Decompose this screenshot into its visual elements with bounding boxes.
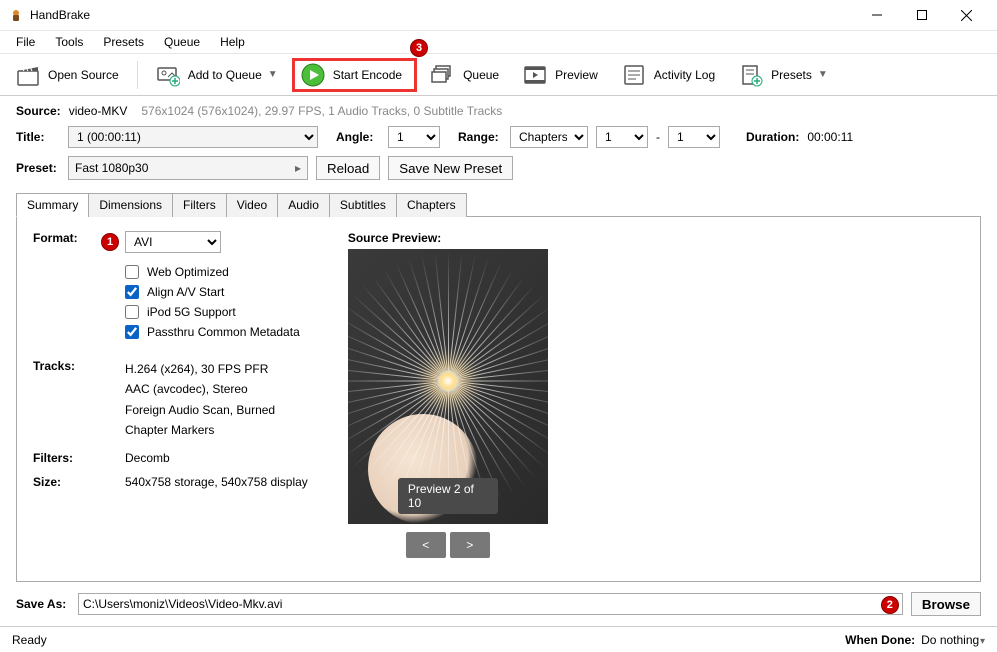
preview-button[interactable]: Preview <box>513 59 608 91</box>
menu-presets[interactable]: Presets <box>93 32 154 52</box>
tab-summary[interactable]: Summary <box>16 193 89 217</box>
add-to-queue-button[interactable]: Add to Queue ▼ <box>146 59 288 91</box>
preview-icon <box>523 63 547 87</box>
align-av-check[interactable]: Align A/V Start <box>125 285 308 299</box>
tab-dimensions[interactable]: Dimensions <box>88 193 173 217</box>
queue-label: Queue <box>463 68 499 82</box>
annotation-3: 3 <box>410 39 428 57</box>
passthru-check[interactable]: Passthru Common Metadata <box>125 325 308 339</box>
close-button[interactable] <box>944 0 989 30</box>
menubar: File Tools Presets Queue Help <box>0 30 997 54</box>
filters-value: Decomb <box>125 451 308 465</box>
web-optimized-check[interactable]: Web Optimized <box>125 265 308 279</box>
presets-icon <box>739 63 763 87</box>
start-encode-highlight: 3 Start Encode <box>292 58 417 92</box>
queue-button[interactable]: Queue <box>421 59 509 91</box>
preview-prev-button[interactable]: < <box>406 532 446 558</box>
film-clapper-icon <box>16 63 40 87</box>
duration-label: Duration: <box>746 130 799 144</box>
menu-queue[interactable]: Queue <box>154 32 210 52</box>
status-ready: Ready <box>12 633 47 647</box>
browse-button[interactable]: Browse <box>911 592 981 616</box>
size-label: Size: <box>33 475 113 489</box>
preview-next-button[interactable]: > <box>450 532 490 558</box>
range-from-select[interactable]: 1 <box>596 126 648 148</box>
log-icon <box>622 63 646 87</box>
chevron-down-icon: ▾ <box>977 636 985 647</box>
format-label: Format: <box>33 231 113 339</box>
chevron-down-icon[interactable]: ▼ <box>818 69 828 80</box>
save-as-input[interactable] <box>78 593 903 615</box>
preset-label: Preset: <box>16 161 60 175</box>
title-label: Title: <box>16 130 60 144</box>
duration-value: 00:00:11 <box>807 130 853 144</box>
add-to-queue-label: Add to Queue <box>188 68 262 82</box>
tabs: Summary Dimensions Filters Video Audio S… <box>16 192 981 217</box>
when-done-label: When Done: <box>845 633 915 647</box>
ipod-check[interactable]: iPod 5G Support <box>125 305 308 319</box>
size-value: 540x758 storage, 540x758 display <box>125 475 308 489</box>
when-done-value[interactable]: Do nothing ▾ <box>921 633 985 647</box>
play-icon[interactable] <box>301 63 325 87</box>
presets-label: Presets <box>771 68 812 82</box>
annotation-1: 1 <box>101 233 119 251</box>
menu-tools[interactable]: Tools <box>45 32 93 52</box>
tab-filters[interactable]: Filters <box>172 193 227 217</box>
format-select[interactable]: AVI <box>125 231 221 253</box>
preset-select[interactable]: Fast 1080p30 ▸ <box>68 156 308 180</box>
save-as-label: Save As: <box>16 597 70 611</box>
add-queue-icon <box>156 63 180 87</box>
source-preview-title: Source Preview: <box>348 231 441 245</box>
preset-value: Fast 1080p30 <box>75 161 148 175</box>
tracks-label: Tracks: <box>33 359 113 441</box>
chevron-right-icon: ▸ <box>295 161 301 175</box>
tab-chapters[interactable]: Chapters <box>396 193 467 217</box>
range-type-select[interactable]: Chapters <box>510 126 588 148</box>
save-new-preset-button[interactable]: Save New Preset <box>388 156 513 180</box>
angle-label: Angle: <box>336 130 380 144</box>
tracks-list: H.264 (x264), 30 FPS PFR AAC (avcodec), … <box>125 359 308 441</box>
app-icon <box>8 7 24 23</box>
range-dash: - <box>656 130 660 144</box>
source-name: video-MKV <box>69 104 128 118</box>
filters-label: Filters: <box>33 451 113 465</box>
start-encode-button[interactable]: Start Encode <box>333 68 402 82</box>
activity-log-label: Activity Log <box>654 68 715 82</box>
activity-log-button[interactable]: Activity Log <box>612 59 725 91</box>
presets-button[interactable]: Presets ▼ <box>729 59 838 91</box>
open-source-label: Open Source <box>48 68 119 82</box>
annotation-2: 2 <box>881 596 899 614</box>
chevron-down-icon[interactable]: ▼ <box>268 69 278 80</box>
queue-icon <box>431 63 455 87</box>
tab-audio[interactable]: Audio <box>277 193 330 217</box>
menu-help[interactable]: Help <box>210 32 255 52</box>
tab-video[interactable]: Video <box>226 193 278 217</box>
source-preview-image: Preview 2 of 10 <box>348 249 548 524</box>
preview-badge: Preview 2 of 10 <box>398 478 498 514</box>
preview-label: Preview <box>555 68 598 82</box>
source-label: Source: <box>16 104 61 118</box>
window-title: HandBrake <box>30 8 90 22</box>
maximize-button[interactable] <box>899 0 944 30</box>
toolbar: Open Source Add to Queue ▼ 3 Start Encod… <box>0 54 997 96</box>
minimize-button[interactable] <box>854 0 899 30</box>
tab-subtitles[interactable]: Subtitles <box>329 193 397 217</box>
angle-select[interactable]: 1 <box>388 126 440 148</box>
open-source-button[interactable]: Open Source <box>6 59 129 91</box>
range-label: Range: <box>458 130 502 144</box>
menu-file[interactable]: File <box>6 32 45 52</box>
title-select[interactable]: 1 (00:00:11) <box>68 126 318 148</box>
source-details: 576x1024 (576x1024), 29.97 FPS, 1 Audio … <box>141 104 502 118</box>
reload-button[interactable]: Reload <box>316 156 380 180</box>
range-to-select[interactable]: 1 <box>668 126 720 148</box>
